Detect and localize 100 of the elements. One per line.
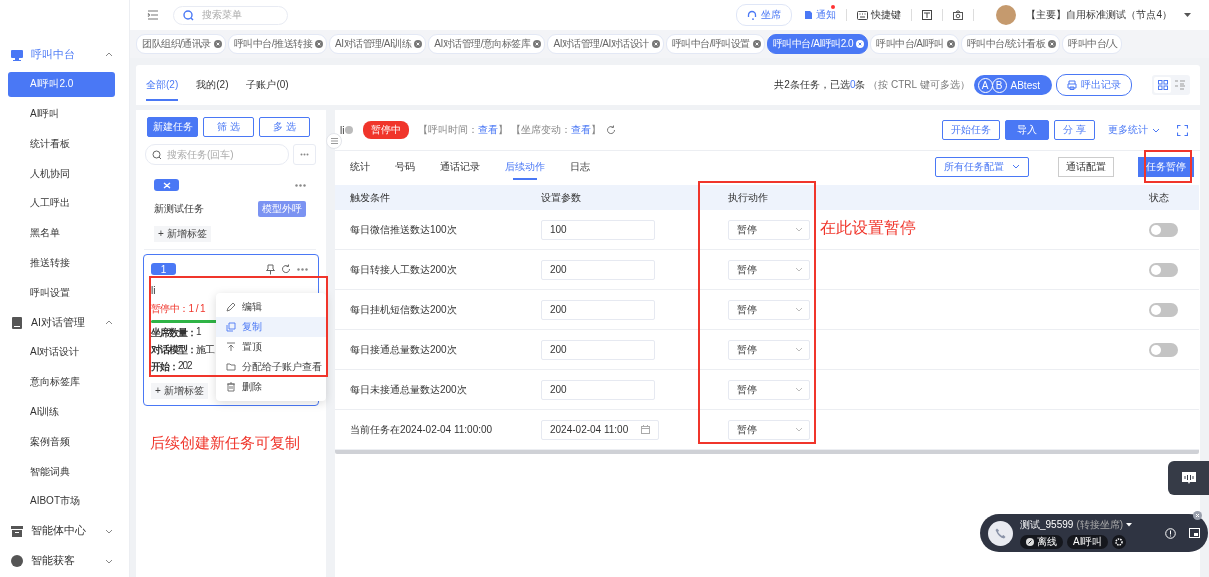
config-dropdown[interactable]: 所有任务配置 (935, 156, 1029, 177)
refresh-icon[interactable] (281, 264, 291, 274)
sidebar-item[interactable]: 人工呼出 (8, 191, 115, 216)
chevron-down-icon (795, 387, 803, 392)
sidebar-item[interactable]: 意向标签库 (8, 369, 115, 395)
more-stats-dropdown[interactable]: 更多统计 (1108, 123, 1160, 137)
detail-tab[interactable]: 统计 (350, 151, 370, 182)
action-select[interactable]: 暂停 (728, 379, 810, 400)
screen-icon[interactable] (922, 10, 933, 20)
info-icon[interactable] (1165, 527, 1176, 539)
sidebar-item[interactable]: AIBOT市场 (8, 488, 115, 514)
chat-button[interactable] (1168, 461, 1209, 495)
toggle-switch[interactable] (1149, 302, 1178, 317)
sidebar-item[interactable]: 黑名单 (8, 220, 115, 246)
number-field[interactable]: 200 (541, 299, 655, 320)
detail-tab[interactable]: 日志 (570, 151, 590, 182)
refresh-icon[interactable] (606, 125, 617, 135)
sidebar-item[interactable]: AI对话设计 (8, 339, 115, 365)
number-field[interactable]: 200 (541, 379, 655, 400)
account-name[interactable]: 【主要】自用标准测试（节点4） (1026, 8, 1172, 22)
detail-tab[interactable]: 号码 (395, 151, 415, 182)
filter-button[interactable]: 多 选 (259, 117, 310, 137)
page-tab[interactable]: 呼叫中台/AI呼叫2.0 (766, 34, 869, 54)
sidebar-item[interactable]: 案例音频 (8, 429, 115, 455)
number-field[interactable]: 200 (541, 259, 655, 280)
search-icon (183, 9, 194, 21)
settings-button[interactable] (1112, 534, 1127, 549)
grid-icon (1157, 80, 1168, 90)
page-tab[interactable]: 团队组织/通讯录 (136, 34, 226, 54)
status-chip[interactable]: 离线 (1020, 534, 1063, 549)
add-tag-button[interactable]: + 新增标签 (151, 383, 208, 399)
filter-button[interactable]: 筛 选 (203, 117, 254, 137)
picture-in-picture-icon[interactable] (1189, 528, 1200, 538)
number-field[interactable]: 200 (541, 339, 655, 360)
menu-icon[interactable] (147, 10, 159, 20)
action-select[interactable]: 暂停 (728, 419, 810, 440)
call-records-button[interactable]: 呼出记录 (1056, 74, 1132, 96)
mode-chip[interactable]: AI呼叫 (1067, 534, 1109, 549)
avatar[interactable] (996, 5, 1017, 25)
config-tab[interactable]: 通话配置 (1058, 156, 1114, 177)
sidebar-group[interactable]: AI对话管理 (8, 310, 115, 336)
camera-icon[interactable] (953, 10, 964, 20)
action-select[interactable]: 暂停 (728, 219, 810, 240)
sidebar-item[interactable]: 人机协同 (8, 161, 115, 187)
date-field[interactable]: 2024-02-04 11:00 (541, 419, 659, 440)
table-cell-text: 当前任务在2024-02-04 11:00:00 (350, 422, 494, 437)
action-button[interactable]: 开始任务 (942, 120, 1001, 140)
fullscreen-icon[interactable] (1177, 124, 1188, 136)
add-tag-button[interactable]: + 新增标签 (154, 226, 211, 242)
menu-item[interactable]: 复制 (216, 317, 326, 337)
phone-button[interactable] (988, 520, 1013, 546)
action-select[interactable]: 暂停 (728, 259, 810, 280)
task-card[interactable]: 新测试任务 模型外呼 + 新增标签 (144, 171, 316, 250)
toggle-switch[interactable] (1149, 342, 1178, 357)
notice-link[interactable]: 通知 (804, 8, 837, 22)
config-tab[interactable]: 任务暂停 (1138, 156, 1194, 177)
view-link[interactable]: 查看 (478, 124, 499, 135)
sidebar-item[interactable]: AI呼叫 (8, 101, 115, 127)
sidebar-group[interactable]: 智能获客 (8, 548, 115, 574)
agent-name[interactable]: 测试_95599 (转接坐席) (1020, 517, 1158, 532)
shortcut-link[interactable]: 快捷键 (857, 8, 902, 22)
page-tab[interactable]: AI对话管理/意向标签库 (428, 34, 546, 54)
sidebar-item[interactable]: AI训练 (8, 399, 115, 425)
sidebar-group[interactable]: 呼叫中台 (8, 42, 115, 67)
action-button[interactable]: 分 享 (1054, 120, 1095, 140)
sidebar-group[interactable]: 智能体中心 (8, 518, 115, 544)
abtest-button[interactable]: A B ABtest (973, 75, 1052, 95)
view-link[interactable]: 查看 (571, 124, 592, 135)
page-tab[interactable]: AI对话管理/AI对话设计 (547, 34, 664, 54)
pin-icon[interactable] (266, 263, 275, 275)
more-icon[interactable] (295, 183, 306, 187)
close-icon[interactable] (1193, 511, 1202, 520)
filter-tab[interactable]: 子账户(0) (246, 65, 289, 105)
page-tab[interactable]: 呼叫中台/统计看板 (960, 34, 1061, 54)
caret-icon[interactable] (1184, 12, 1191, 18)
detail-tab[interactable]: 通话记录 (440, 151, 480, 182)
sidebar-item[interactable]: 智能词典 (8, 459, 115, 485)
more-icon[interactable] (297, 267, 308, 271)
action-select[interactable]: 暂停 (728, 299, 810, 320)
collapse-handle[interactable] (326, 133, 342, 149)
sidebar-item[interactable]: AI呼叫2.0 (8, 71, 115, 97)
view-toggle[interactable] (1154, 77, 1171, 93)
page-tab[interactable]: 呼叫中台/人 (1062, 34, 1122, 54)
new-task-button[interactable]: 新建任务 (147, 117, 198, 137)
number-field[interactable]: 100 (541, 219, 655, 240)
action-select[interactable]: 暂停 (728, 339, 810, 360)
toggle-switch[interactable] (1149, 222, 1178, 237)
filter-tab[interactable]: 全部(2) (146, 65, 179, 105)
toggle-switch[interactable] (1149, 262, 1178, 277)
sidebar-item[interactable]: 统计看板 (8, 131, 115, 157)
filter-tab[interactable]: 我的(2) (196, 65, 229, 105)
sidebar-item[interactable]: 呼叫设置 (8, 280, 115, 306)
page-tab[interactable]: 呼叫中台/呼叫设置 (665, 34, 765, 54)
page-tab[interactable]: 呼叫中台/AI呼叫 (870, 34, 959, 54)
page-tab[interactable]: 呼叫中台/推送转接 (227, 34, 328, 54)
page-tab[interactable]: AI对话管理/AI训练 (329, 34, 427, 54)
sidebar-item[interactable]: 推送转接 (8, 250, 115, 276)
detail-tab[interactable]: 后续动作 (505, 151, 545, 182)
agent-button[interactable]: 坐席 (736, 4, 793, 26)
action-button[interactable]: 导入 (1005, 120, 1050, 140)
